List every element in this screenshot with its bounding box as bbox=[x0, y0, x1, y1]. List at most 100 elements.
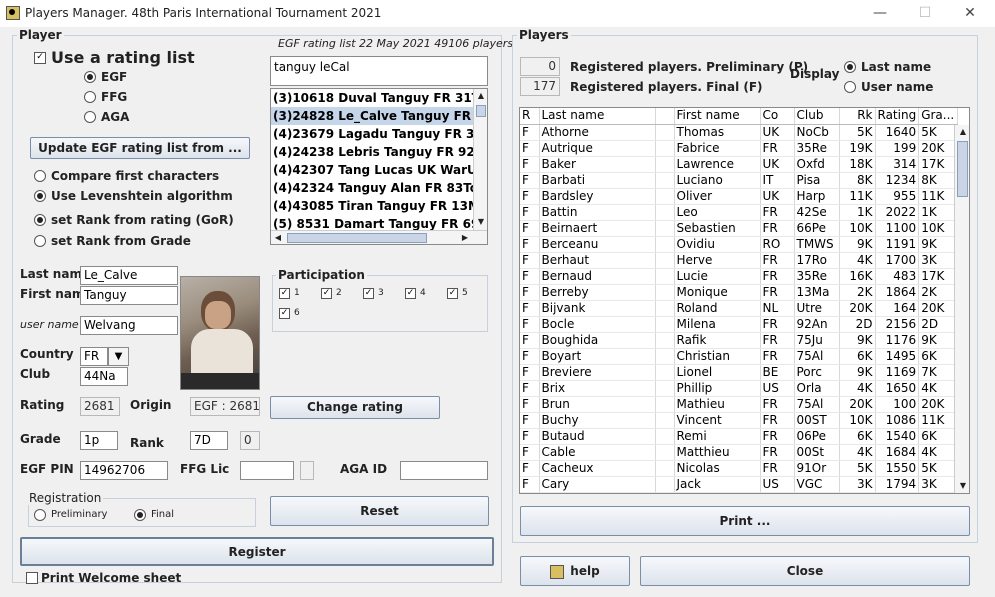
aga-radio[interactable] bbox=[84, 111, 96, 123]
match-item[interactable]: (4)43085 Tiran Tanguy FR 13Ma 122 bbox=[271, 197, 473, 215]
column-header-blank[interactable] bbox=[655, 108, 675, 125]
cell-rank: 20K bbox=[839, 396, 876, 413]
players-table[interactable]: R Last name First name Co Club Rk Rating… bbox=[520, 108, 959, 493]
display-user-name-radio[interactable] bbox=[844, 81, 856, 93]
rating-list-matches[interactable]: (3)10618 Duval Tanguy FR 31To 1007 (3)24… bbox=[270, 88, 488, 245]
print-button[interactable]: Print ... bbox=[520, 506, 970, 536]
hscroll-thumb[interactable] bbox=[287, 233, 427, 243]
table-row[interactable]: F Beirnaert Sebastien FR 66Pe 10K 1100 10K bbox=[520, 220, 959, 237]
column-header-club[interactable]: Club bbox=[794, 108, 840, 125]
egf-radio[interactable] bbox=[84, 71, 96, 83]
table-row[interactable]: F Berceanu Ovidiu RO TMWS 9K 1191 9K bbox=[520, 236, 959, 253]
round-5-checkbox[interactable]: ✓ bbox=[447, 288, 458, 299]
round-3-checkbox[interactable]: ✓ bbox=[363, 288, 374, 299]
change-rating-button[interactable]: Change rating bbox=[270, 396, 440, 419]
last-name-field[interactable]: Le_Calve bbox=[80, 266, 178, 285]
matches-horizontal-scrollbar[interactable]: ◀ ▶ bbox=[271, 230, 487, 244]
table-row[interactable]: F Cable Matthieu FR 00St 4K 1684 4K bbox=[520, 444, 959, 461]
scroll-down-icon[interactable]: ▼ bbox=[956, 479, 969, 493]
match-item[interactable]: (4)24238 Lebris Tanguy FR 92Ge 10 bbox=[271, 143, 473, 161]
grade-field[interactable]: 1p bbox=[80, 431, 118, 450]
help-button[interactable]: help bbox=[520, 556, 630, 586]
table-row[interactable]: F Athorne Thomas UK NoCb 5K 1640 5K bbox=[520, 124, 959, 141]
close-window-button[interactable]: ✕ bbox=[960, 4, 980, 22]
cell-grade: 6K bbox=[918, 428, 959, 445]
round-1-checkbox[interactable]: ✓ bbox=[279, 288, 290, 299]
column-header-grade[interactable]: Gra... bbox=[918, 108, 959, 125]
register-button[interactable]: Register bbox=[20, 537, 494, 566]
scroll-up-icon[interactable]: ▲ bbox=[956, 125, 969, 139]
players-table-container[interactable]: R Last name First name Co Club Rk Rating… bbox=[519, 107, 970, 494]
cell-blank bbox=[655, 396, 675, 413]
minimize-button[interactable]: — bbox=[870, 4, 890, 22]
cell-country: BE bbox=[760, 364, 795, 381]
levenshtein-radio[interactable] bbox=[34, 190, 46, 202]
table-row[interactable]: F Breviere Lionel BE Porc 9K 1169 7K bbox=[520, 364, 959, 381]
compare-first-radio[interactable] bbox=[34, 170, 46, 182]
ffg-lic-field[interactable] bbox=[240, 461, 294, 480]
aga-id-field[interactable] bbox=[400, 461, 488, 480]
column-header-first-name[interactable]: First name bbox=[674, 108, 761, 125]
table-row[interactable]: F Brix Phillip US Orla 4K 1650 4K bbox=[520, 380, 959, 397]
table-row[interactable]: F Brun Mathieu FR 75Al 20K 100 20K bbox=[520, 396, 959, 413]
table-row[interactable]: F Cacheux Nicolas FR 91Or 5K 1550 5K bbox=[520, 460, 959, 477]
preliminary-radio[interactable] bbox=[34, 509, 46, 521]
table-row[interactable]: F Berhaut Herve FR 17Ro 4K 1700 3K bbox=[520, 252, 959, 269]
scroll-down-icon[interactable]: ▼ bbox=[474, 215, 487, 229]
table-row[interactable]: F Barbati Luciano IT Pisa 8K 1234 8K bbox=[520, 172, 959, 189]
column-header-r[interactable]: R bbox=[520, 108, 540, 125]
column-header-rank[interactable]: Rk bbox=[839, 108, 876, 125]
egf-pin-field[interactable]: 14962706 bbox=[80, 461, 168, 480]
match-item[interactable]: (3)10618 Duval Tanguy FR 31To 1007 bbox=[271, 89, 473, 107]
table-row[interactable]: F Buchy Vincent FR 00ST 10K 1086 11K bbox=[520, 412, 959, 429]
match-item[interactable]: (4)42307 Tang Lucas UK WarU 2397 bbox=[271, 161, 473, 179]
maximize-button[interactable]: ☐ bbox=[915, 4, 935, 22]
matches-vertical-scrollbar[interactable]: ▲ ▼ bbox=[473, 89, 487, 230]
use-rating-list-checkbox[interactable]: ✓ bbox=[34, 52, 46, 64]
club-field[interactable]: 44Na bbox=[80, 367, 128, 386]
scroll-up-icon[interactable]: ▲ bbox=[474, 89, 487, 103]
table-row[interactable]: F Autrique Fabrice FR 35Re 19K 199 20K bbox=[520, 140, 959, 157]
column-header-rating[interactable]: Rating bbox=[875, 108, 920, 125]
player-search-input[interactable]: tanguy leCal bbox=[270, 56, 488, 86]
players-scroll-thumb[interactable] bbox=[957, 141, 968, 197]
table-row[interactable]: F Bijvank Roland NL Utre 20K 164 20K bbox=[520, 300, 959, 317]
match-item[interactable]: (4)42324 Tanguy Alan FR 83To 1793 bbox=[271, 179, 473, 197]
table-row[interactable]: F Boyart Christian FR 75Al 6K 1495 6K bbox=[520, 348, 959, 365]
display-last-name-radio[interactable] bbox=[844, 61, 856, 73]
table-row[interactable]: F Bardsley Oliver UK Harp 11K 955 11K bbox=[520, 188, 959, 205]
update-rating-list-button[interactable]: Update EGF rating list from ... bbox=[30, 137, 250, 159]
scroll-left-icon[interactable]: ◀ bbox=[271, 231, 285, 244]
match-item-selected[interactable]: (3)24828 Le_Calve Tanguy FR 44Na 26 bbox=[271, 107, 473, 125]
ffg-radio[interactable] bbox=[84, 91, 96, 103]
first-name-field[interactable]: Tanguy bbox=[80, 286, 178, 305]
reset-button[interactable]: Reset bbox=[270, 496, 489, 526]
round-4-checkbox[interactable]: ✓ bbox=[405, 288, 416, 299]
table-row[interactable]: F Bernaud Lucie FR 35Re 16K 483 17K bbox=[520, 268, 959, 285]
cell-rank: 10K bbox=[839, 220, 876, 237]
rank-from-rating-radio[interactable] bbox=[34, 214, 46, 226]
scroll-right-icon[interactable]: ▶ bbox=[458, 231, 472, 244]
chevron-down-icon[interactable]: ▼ bbox=[108, 347, 129, 366]
table-row[interactable]: F Boughida Rafik FR 75Ju 9K 1176 9K bbox=[520, 332, 959, 349]
match-item[interactable]: (4)23679 Lagadu Tanguy FR 31Ba 15 bbox=[271, 125, 473, 143]
round-2-checkbox[interactable]: ✓ bbox=[321, 288, 332, 299]
column-header-country[interactable]: Co bbox=[760, 108, 795, 125]
close-button[interactable]: Close bbox=[640, 556, 970, 586]
final-radio[interactable] bbox=[134, 509, 146, 521]
table-row[interactable]: F Baker Lawrence UK Oxfd 18K 314 17K bbox=[520, 156, 959, 173]
scroll-thumb[interactable] bbox=[476, 105, 486, 117]
print-welcome-checkbox[interactable] bbox=[26, 572, 38, 584]
table-row[interactable]: F Butaud Remi FR 06Pe 6K 1540 6K bbox=[520, 428, 959, 445]
rank-field[interactable]: 7D bbox=[190, 431, 228, 450]
rank-from-grade-radio[interactable] bbox=[34, 235, 46, 247]
country-select[interactable]: FR bbox=[80, 347, 108, 366]
table-row[interactable]: F Bocle Milena FR 92An 2D 2156 2D bbox=[520, 316, 959, 333]
user-name-field[interactable]: Welvang bbox=[80, 316, 178, 335]
players-vertical-scrollbar[interactable]: ▲ ▼ bbox=[954, 125, 969, 493]
round-6-checkbox[interactable]: ✓ bbox=[279, 308, 290, 319]
table-row[interactable]: F Berreby Monique FR 13Ma 2K 1864 2K bbox=[520, 284, 959, 301]
table-row[interactable]: F Battin Leo FR 42Se 1K 2022 1K bbox=[520, 204, 959, 221]
table-row[interactable]: F Cary Jack US VGC 3K 1794 3K bbox=[520, 476, 959, 493]
column-header-last-name[interactable]: Last name bbox=[539, 108, 656, 125]
